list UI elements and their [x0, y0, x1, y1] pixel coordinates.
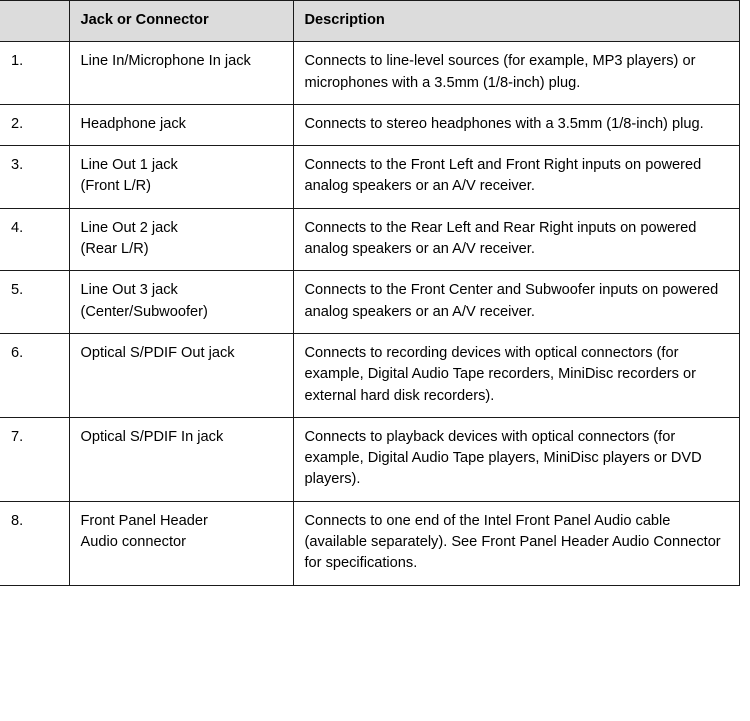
table-body: 1. Line In/Microphone In jack Connects t…: [0, 41, 740, 586]
row-jack-name-line-2: (Front L/R): [80, 178, 152, 195]
row-jack-name: Line In/Microphone In jack: [68, 41, 294, 105]
row-description: Connects to the Front Left and Front Rig…: [292, 145, 740, 209]
row-jack-name: Line Out 2 jack (Rear L/R): [68, 207, 294, 272]
row-description: Connects to recording devices with optic…: [292, 332, 740, 418]
table-row: 5. Line Out 3 jack (Center/Subwoofer) Con…: [0, 270, 740, 334]
row-jack-name-line-1: Line Out 2 jack: [80, 219, 178, 236]
table-row: 2. Headphone jack Connects to stereo hea…: [0, 103, 740, 147]
jack-connector-table: Jack or Connector Description 1. Line In…: [0, 0, 740, 586]
row-jack-name: Headphone jack: [68, 103, 294, 147]
column-header-jack-or-connector: Jack or Connector: [68, 0, 294, 43]
row-description: Connects to stereo headphones with a 3.5…: [292, 103, 740, 147]
table-row: 7. Optical S/PDIF In jack Connects to pl…: [0, 416, 740, 502]
row-jack-name-line-1: Front Panel Header: [80, 512, 208, 529]
row-description: Connects to one end of the Intel Front P…: [292, 500, 740, 586]
row-number: 1.: [0, 41, 70, 105]
column-header-description: Description: [292, 0, 740, 43]
table-row: 3. Line Out 1 jack (Front L/R) Connects t…: [0, 145, 740, 209]
table-row: 1. Line In/Microphone In jack Connects t…: [0, 41, 740, 105]
row-number: 6.: [0, 332, 70, 418]
row-description: Connects to the Rear Left and Rear Right…: [292, 207, 740, 272]
row-description: Connects to playback devices with optica…: [292, 416, 740, 502]
column-header-number: [0, 0, 70, 43]
row-jack-name-line-2: (Center/Subwoofer): [80, 303, 208, 320]
table-header-row: Jack or Connector Description: [0, 0, 740, 43]
row-number: 8.: [0, 500, 70, 586]
row-jack-name: Front Panel Header Audio connector: [68, 500, 294, 586]
row-number: 4.: [0, 207, 70, 272]
table-row: 6. Optical S/PDIF Out jack Connects to r…: [0, 332, 740, 418]
row-jack-name: Optical S/PDIF In jack: [68, 416, 294, 502]
table-header: Jack or Connector Description: [0, 0, 740, 43]
row-jack-name-line-1: Line Out 1 jack: [80, 157, 178, 174]
row-description: Connects to the Front Center and Subwoof…: [292, 270, 740, 334]
row-jack-name: Line Out 1 jack (Front L/R): [68, 145, 294, 209]
table-row: 8. Front Panel Header Audio connector Con…: [0, 500, 740, 586]
row-number: 5.: [0, 270, 70, 334]
table-row: 4. Line Out 2 jack (Rear L/R) Connects to…: [0, 207, 740, 272]
row-jack-name: Line Out 3 jack (Center/Subwoofer): [68, 270, 294, 334]
row-jack-name-line-2: (Rear L/R): [80, 241, 149, 258]
row-jack-name: Optical S/PDIF Out jack: [68, 332, 294, 418]
row-jack-name-line-1: Line Out 3 jack: [80, 282, 178, 299]
row-number: 3.: [0, 145, 70, 209]
row-number: 7.: [0, 416, 70, 502]
row-jack-name-line-2: Audio connector: [80, 534, 186, 551]
row-number: 2.: [0, 103, 70, 147]
row-description: Connects to line-level sources (for exam…: [292, 41, 740, 105]
